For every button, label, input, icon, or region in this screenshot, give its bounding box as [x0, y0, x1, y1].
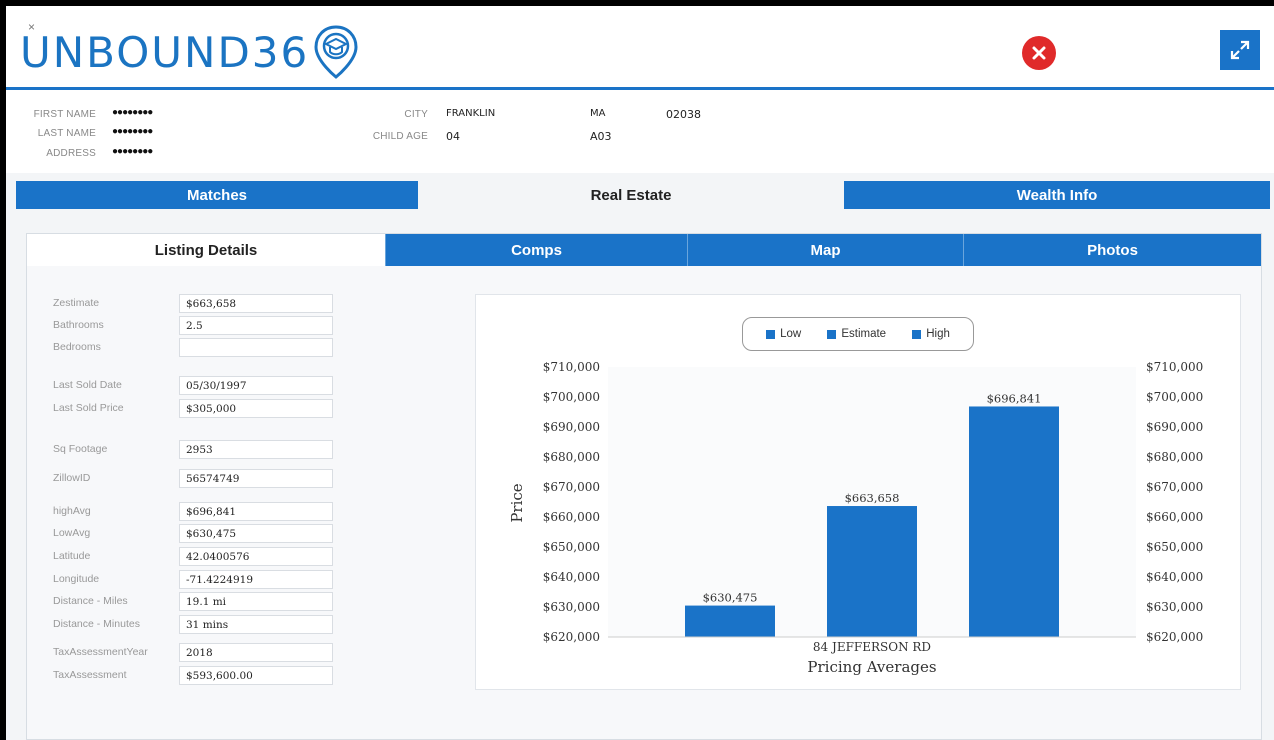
field-label-bathrooms: Bathrooms: [53, 319, 104, 331]
y-tick-label-left: $630,000: [543, 600, 600, 614]
y-tick-label-right: $660,000: [1146, 510, 1203, 524]
tab-comps[interactable]: Comps: [385, 234, 687, 266]
customer-info: FIRST NAME ●●●●●●●● LAST NAME ●●●●●●●● A…: [6, 93, 1274, 173]
field-label-zillow-id: ZillowID: [53, 472, 91, 484]
field-label-zestimate: Zestimate: [53, 297, 100, 309]
field-latitude[interactable]: 42.0400576: [179, 547, 333, 566]
field-label-bedrooms: Bedrooms: [53, 341, 101, 353]
y-tick-label-right: $690,000: [1146, 420, 1203, 434]
x-category-label: 84 JEFFERSON RD: [813, 640, 931, 654]
address-label: ADDRESS: [46, 148, 96, 159]
y-tick-label-left: $640,000: [543, 570, 600, 584]
field-low-avg[interactable]: $630,475: [179, 524, 333, 543]
address-value: ●●●●●●●●: [112, 146, 153, 157]
field-label-last-sold-date: Last Sold Date: [53, 379, 122, 391]
data-label-high: $696,841: [987, 391, 1042, 405]
field-zestimate[interactable]: $663,658: [179, 294, 333, 313]
y-tick-label-left: $680,000: [543, 450, 600, 464]
field-distance-minutes[interactable]: 31 mins: [179, 615, 333, 634]
city-label: CITY: [404, 109, 428, 120]
data-label-estimate: $663,658: [845, 491, 900, 505]
field-label-high-avg: highAvg: [53, 505, 91, 517]
close-circle-icon: [1032, 46, 1046, 60]
field-zillow-id[interactable]: 56574749: [179, 469, 333, 488]
field-sq-footage[interactable]: 2953: [179, 440, 333, 459]
close-button[interactable]: [1022, 36, 1056, 70]
field-label-tax-assessment: TaxAssessment: [53, 669, 127, 681]
field-label-last-sold-price: Last Sold Price: [53, 402, 124, 414]
logo-text: UNBOUND36: [20, 27, 310, 77]
field-last-sold-date[interactable]: 05/30/1997: [179, 376, 333, 395]
bar-low: [685, 605, 775, 637]
pricing-bar-chart: $620,000 $620,000 $630,000 $630,000 $640,000…: [508, 360, 1203, 676]
listing-details-body: Zestimate $663,658 Bathrooms 2.5 Bedroom…: [27, 266, 1261, 739]
y-tick-label-left: $690,000: [543, 420, 600, 434]
logo: UNBOUND36: [20, 24, 359, 80]
child-age-value: 04: [446, 130, 460, 143]
field-label-distance-miles: Distance - Miles: [53, 595, 128, 607]
y-tick-label-left: $650,000: [543, 540, 600, 554]
field-tax-assessment[interactable]: $593,600.00: [179, 666, 333, 685]
field-high-avg[interactable]: $696,841: [179, 502, 333, 521]
data-label-low: $630,475: [703, 591, 758, 605]
y-tick-label-right: $670,000: [1146, 480, 1203, 494]
pricing-chart-card: Low Estimate High $620,000 $620,000 $630,0…: [475, 294, 1241, 690]
last-name-label: LAST NAME: [37, 128, 96, 139]
y-tick-label-right: $640,000: [1146, 570, 1203, 584]
field-longitude[interactable]: -71.4224919: [179, 570, 333, 589]
child-code-value: A03: [590, 130, 612, 143]
y-tick-label-right: $620,000: [1146, 630, 1203, 644]
app-header: × UNBOUND36: [6, 6, 1274, 90]
child-age-label: CHILD AGE: [372, 131, 428, 142]
field-label-low-avg: LowAvg: [53, 527, 91, 539]
tab-wealth-info[interactable]: Wealth Info: [844, 181, 1270, 209]
tab-real-estate[interactable]: Real Estate: [418, 181, 844, 209]
field-label-latitude: Latitude: [53, 550, 91, 562]
field-bedrooms[interactable]: [179, 338, 333, 357]
bar-estimate: [827, 506, 917, 637]
field-label-distance-minutes: Distance - Minutes: [53, 618, 140, 630]
last-name-value: ●●●●●●●●: [112, 126, 153, 137]
y-tick-label-right: $700,000: [1146, 390, 1203, 404]
field-distance-miles[interactable]: 19.1 mi: [179, 592, 333, 611]
tab-photos[interactable]: Photos: [963, 234, 1261, 266]
first-name-value: ●●●●●●●●: [112, 107, 153, 118]
field-bathrooms[interactable]: 2.5: [179, 316, 333, 335]
main-area: Matches Real Estate Wealth Info Listing …: [6, 173, 1274, 740]
main-tabs: Matches Real Estate Wealth Info: [16, 181, 1270, 209]
y-tick-label-left: $710,000: [543, 360, 600, 374]
y-axis-title: Price: [508, 483, 526, 522]
zip-value: 02038: [666, 108, 701, 121]
field-label-sq-footage: Sq Footage: [53, 443, 108, 455]
first-name-label: FIRST NAME: [33, 109, 96, 120]
y-tick-label-right: $710,000: [1146, 360, 1203, 374]
y-tick-label-left: $670,000: [543, 480, 600, 494]
y-tick-label-left: $620,000: [543, 630, 600, 644]
state-value: MA: [590, 108, 606, 119]
x-axis-title: Pricing Averages: [807, 658, 936, 676]
field-label-longitude: Longitude: [53, 573, 100, 585]
bar-high: [969, 406, 1059, 637]
y-tick-label-right: $650,000: [1146, 540, 1203, 554]
expand-arrows-icon: [1230, 40, 1250, 60]
y-tick-label-right: $630,000: [1146, 600, 1203, 614]
tab-map[interactable]: Map: [687, 234, 963, 266]
graduation-cap-pin-icon: [314, 25, 358, 79]
tab-listing-details[interactable]: Listing Details: [27, 234, 385, 266]
real-estate-panel: Listing Details Comps Map Photos Zestima…: [26, 233, 1262, 740]
y-tick-label-right: $680,000: [1146, 450, 1203, 464]
tab-matches[interactable]: Matches: [16, 181, 418, 209]
field-last-sold-price[interactable]: $305,000: [179, 399, 333, 418]
y-tick-label-left: $660,000: [543, 510, 600, 524]
field-tax-assessment-year[interactable]: 2018: [179, 643, 333, 662]
expand-button[interactable]: [1220, 30, 1260, 70]
city-value: FRANKLIN: [446, 108, 496, 119]
y-tick-label-left: $700,000: [543, 390, 600, 404]
field-label-tax-assessment-year: TaxAssessmentYear: [53, 646, 148, 658]
